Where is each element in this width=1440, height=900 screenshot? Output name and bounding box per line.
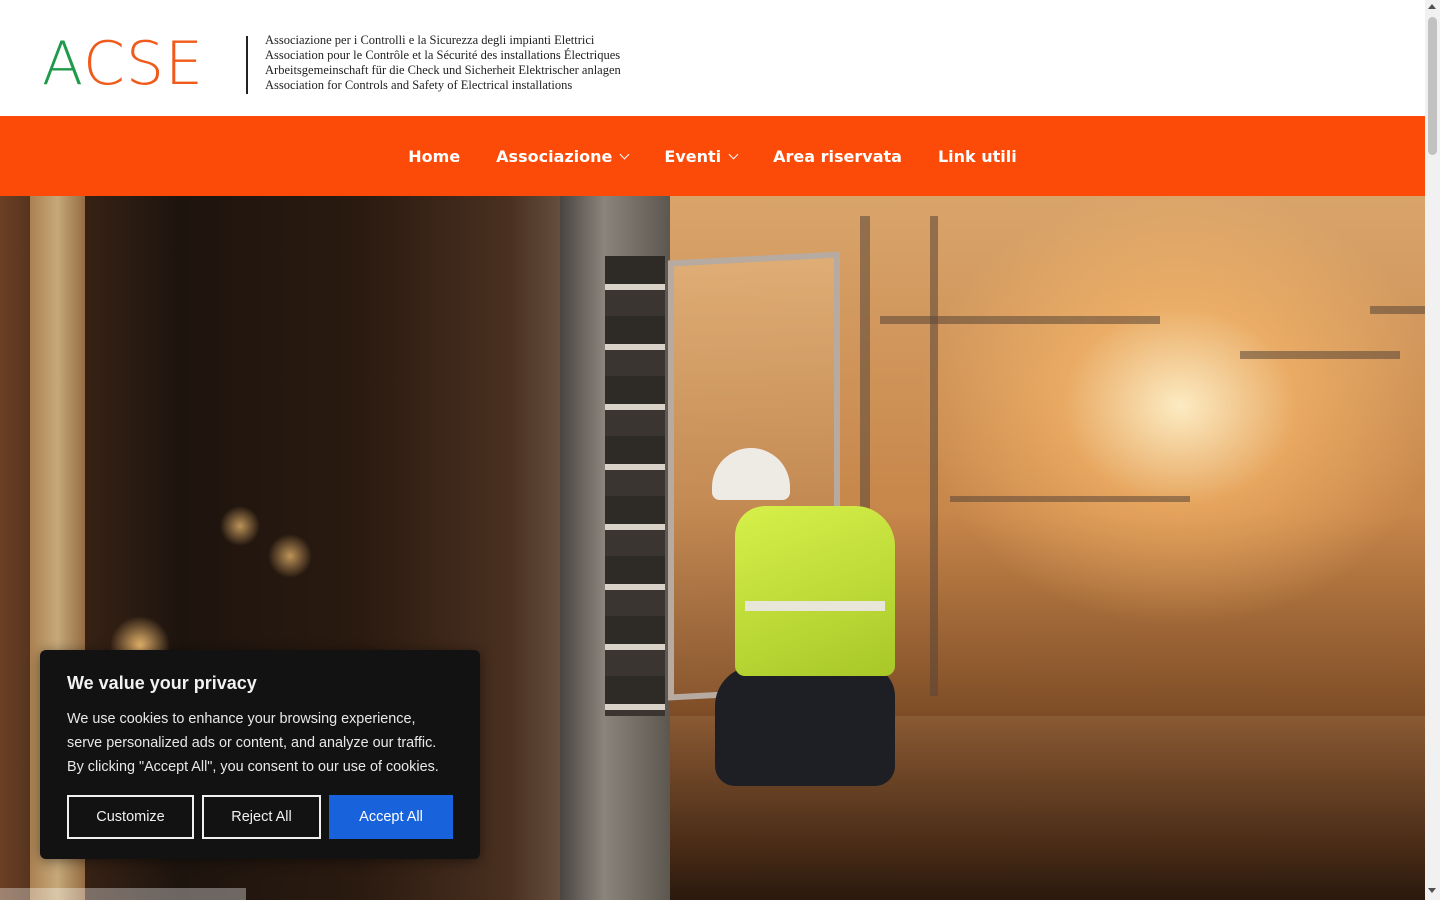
chevron-down-icon xyxy=(728,149,739,159)
hero-pylon xyxy=(950,496,1190,502)
scroll-thumb[interactable] xyxy=(1428,17,1437,155)
nav-item-label: Area riservata xyxy=(773,146,902,166)
hero-pylon xyxy=(880,316,1160,324)
hero-pylon xyxy=(1370,306,1425,314)
scroll-up-arrow-icon[interactable] xyxy=(1428,4,1436,9)
cookie-title: We value your privacy xyxy=(67,673,257,693)
cookie-button-group: Customize Reject All Accept All xyxy=(67,795,453,839)
hero-worker-legs xyxy=(715,666,895,786)
customize-button[interactable]: Customize xyxy=(67,795,194,839)
nav-item-label: Link utili xyxy=(937,146,1017,166)
slider-progress-bar xyxy=(0,888,246,900)
hero-pylon xyxy=(1240,351,1400,359)
chevron-down-icon xyxy=(619,149,630,159)
accept-all-button[interactable]: Accept All xyxy=(329,795,453,839)
nav-item-label: Eventi xyxy=(664,146,722,166)
scroll-down-arrow-icon[interactable] xyxy=(1428,888,1436,893)
cookie-description: We use cookies to enhance your browsing … xyxy=(67,711,439,775)
tagline-fr: Association pour le Contrôle et la Sécur… xyxy=(265,48,621,62)
page-scrollbar[interactable] xyxy=(1425,0,1440,900)
logo-divider xyxy=(246,36,248,94)
logo-letter-a: A xyxy=(42,29,83,99)
logo-letter-e: E xyxy=(165,29,204,99)
nav-item-link-utili[interactable]: Link utili xyxy=(920,147,1035,166)
logo-letter-c: C xyxy=(83,29,126,99)
acse-logo[interactable]: ACSE xyxy=(42,34,204,94)
nav-item-home[interactable]: Home xyxy=(390,147,478,166)
hero-worker-stripe xyxy=(745,601,885,611)
hero-pylon xyxy=(930,216,938,696)
nav-item-associazione[interactable]: Associazione xyxy=(478,147,646,166)
logo-tagline: Associazione per i Controlli e la Sicure… xyxy=(265,33,621,93)
hero-worker-vest xyxy=(735,506,895,676)
nav-item-label: Associazione xyxy=(496,146,613,166)
main-nav: Home Associazione Eventi Area riservata … xyxy=(0,116,1425,196)
nav-item-area-riservata[interactable]: Area riservata xyxy=(755,147,920,166)
tagline-en: Association for Controls and Safety of E… xyxy=(265,78,573,92)
nav-item-label: Home xyxy=(408,146,461,166)
cookie-consent-banner: We value your privacy We use cookies to … xyxy=(40,650,480,859)
site-header: ACSE Associazione per i Controlli e la S… xyxy=(0,0,1425,116)
reject-all-button[interactable]: Reject All xyxy=(202,795,321,839)
nav-item-eventi[interactable]: Eventi xyxy=(646,147,755,166)
tagline-it: Associazione per i Controlli e la Sicure… xyxy=(265,33,595,47)
hero-electrical-panel xyxy=(605,256,665,716)
tagline-de: Arbeitsgemeinschaft für die Check und Si… xyxy=(265,63,621,77)
logo-letter-s: S xyxy=(125,29,165,99)
